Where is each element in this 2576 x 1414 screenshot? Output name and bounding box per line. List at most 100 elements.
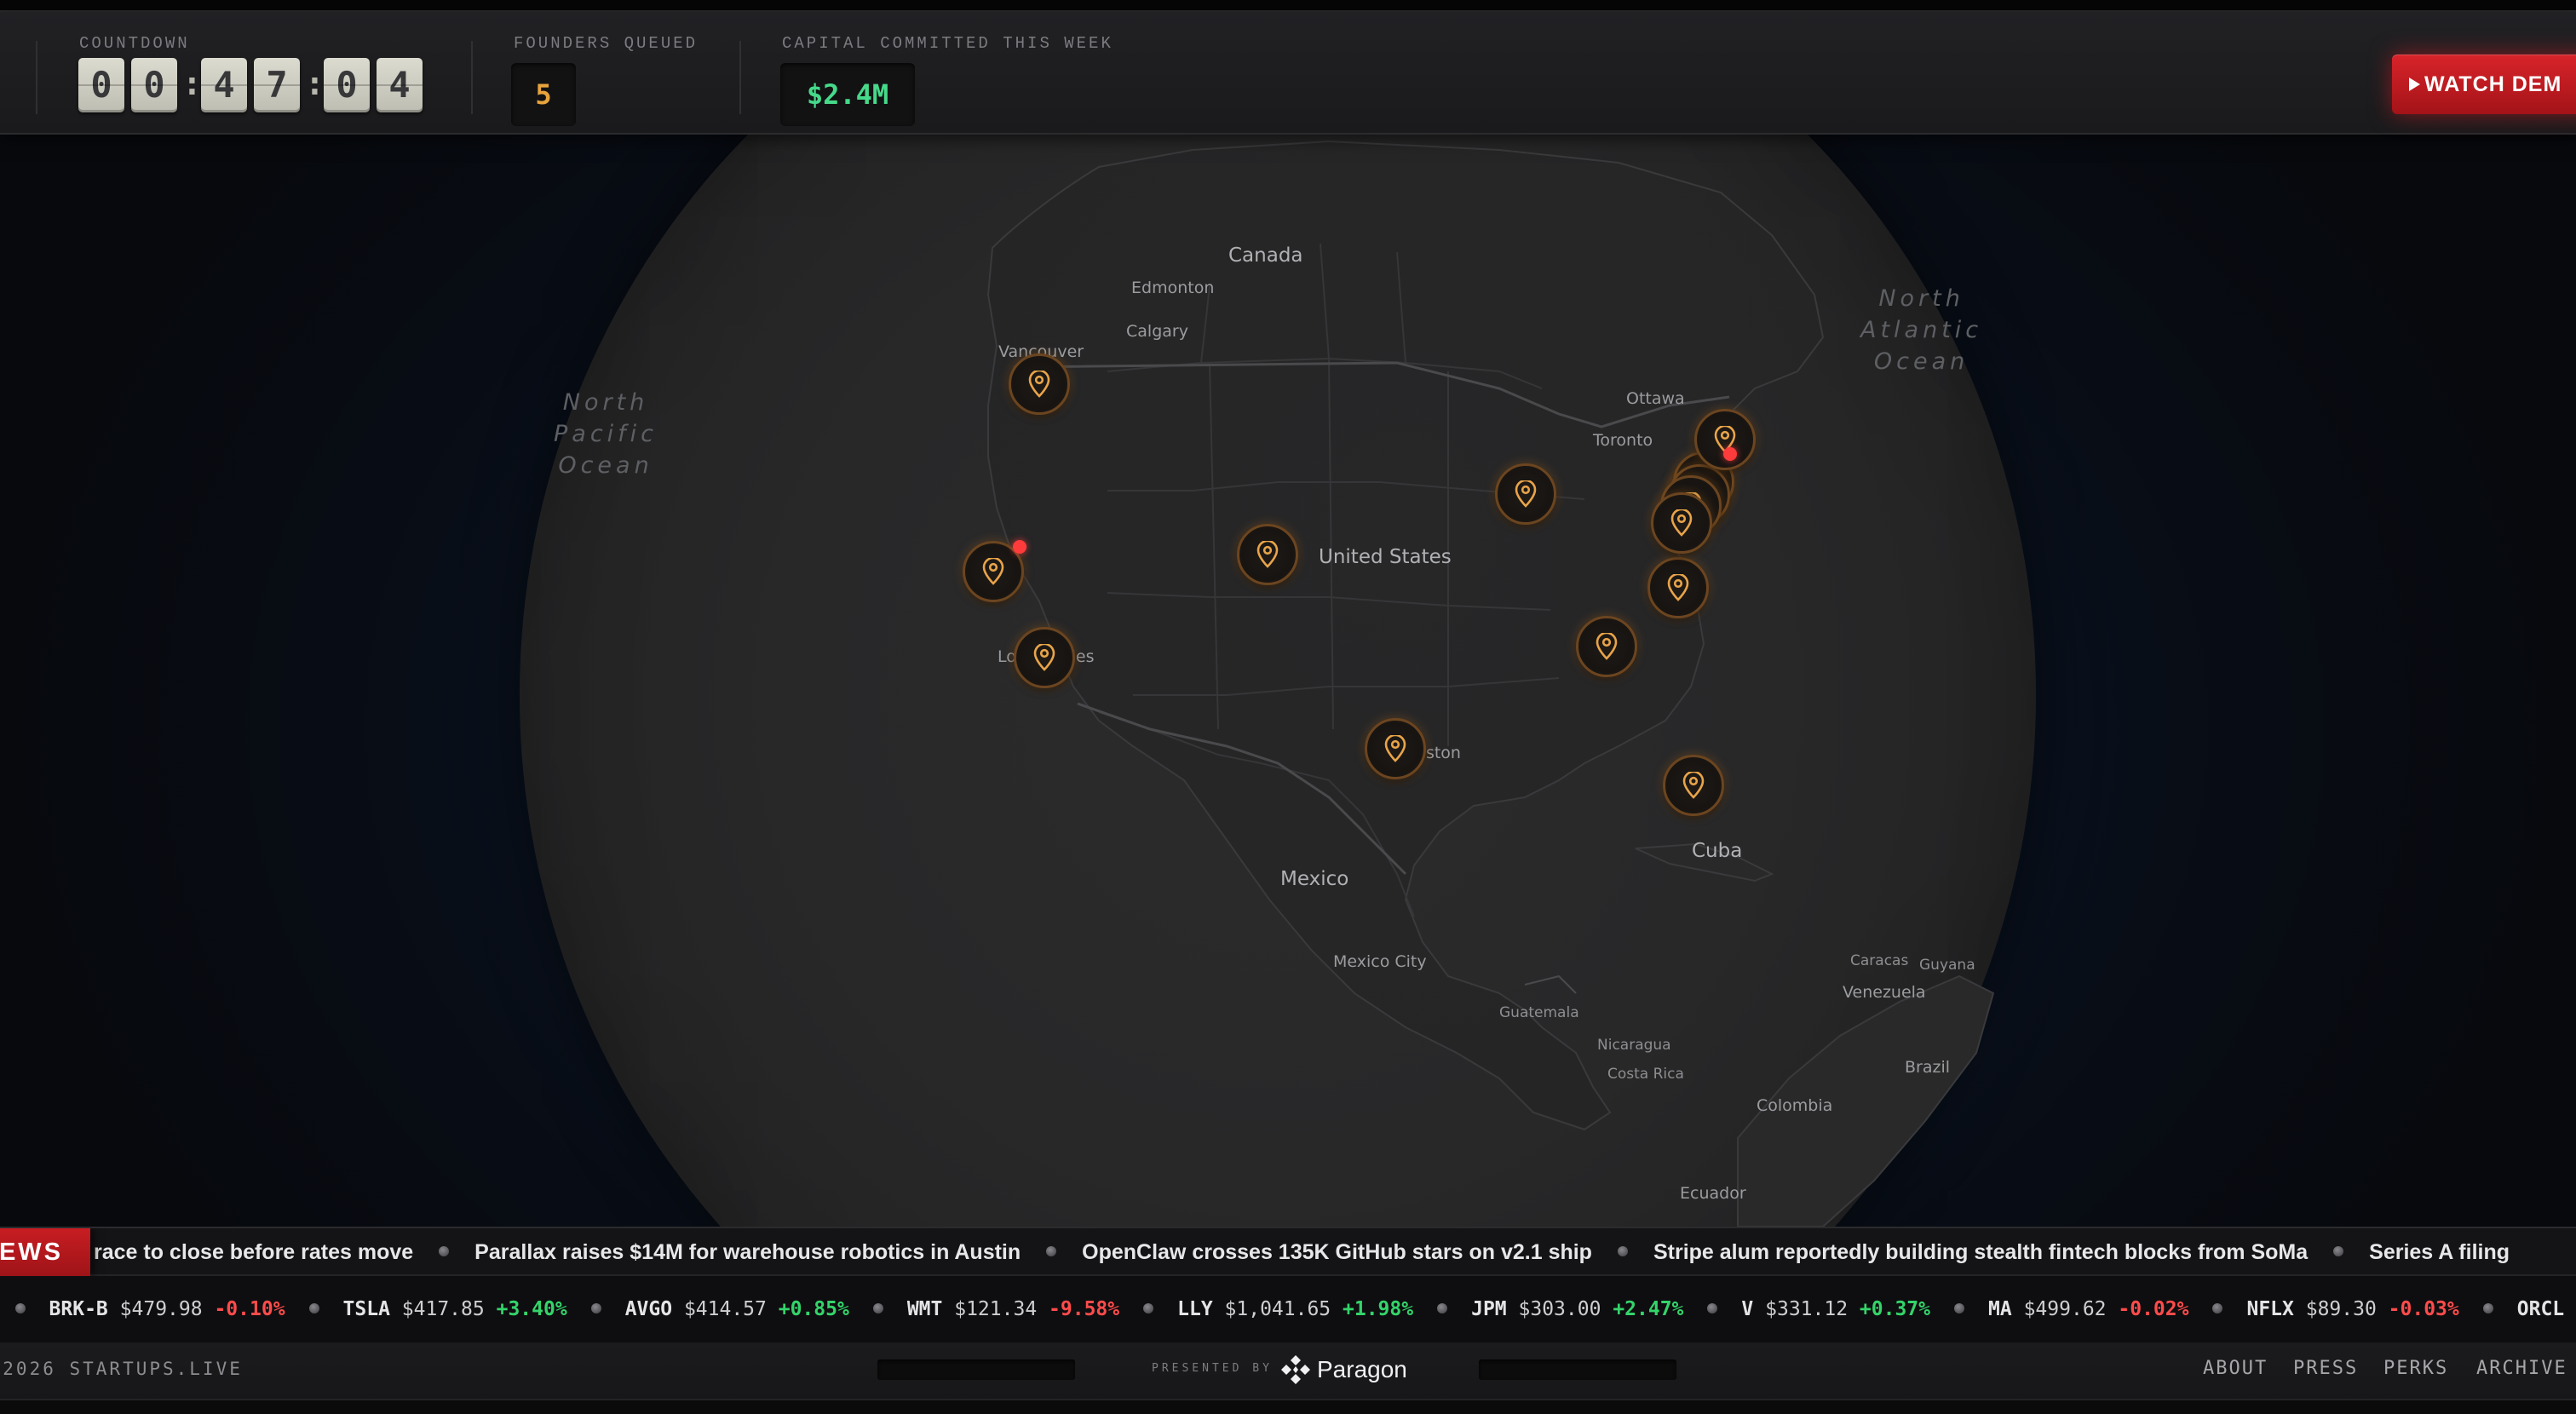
founders-queued-label: FOUNDERS QUEUED xyxy=(514,34,699,53)
footer-link-about[interactable]: ABOUT xyxy=(2203,1342,2268,1395)
bullet-icon xyxy=(1954,1302,1965,1313)
stock-symbol: JPM xyxy=(1471,1298,1507,1320)
countdown-digit: 7 xyxy=(254,58,300,112)
footer-edge xyxy=(0,1399,2576,1414)
news-headline[interactable]: Stripe alum reportedly building stealth … xyxy=(1653,1228,2308,1276)
stock-change: +0.37% xyxy=(1859,1298,1931,1320)
place-label: Caracas xyxy=(1850,952,1909,969)
stock-price: $417.85 xyxy=(401,1298,485,1320)
stock-ticker: 79%BRK-B $479.98 -0.10%TSLA $417.85 +3.4… xyxy=(0,1274,2576,1344)
bullet-icon xyxy=(2482,1302,2493,1313)
place-label: Canada xyxy=(1228,244,1303,267)
bullet-icon xyxy=(14,1302,26,1313)
bullet-icon xyxy=(1046,1246,1057,1257)
divider xyxy=(739,41,741,114)
stock-change: +1.98% xyxy=(1343,1298,1414,1320)
stock-price: $303.00 xyxy=(1518,1298,1601,1320)
stock-quote[interactable]: AVGO $414.57 +0.85% xyxy=(625,1276,849,1342)
map-pin-icon xyxy=(1384,735,1406,762)
border-central-america xyxy=(1524,974,1577,994)
stock-price: $414.57 xyxy=(683,1298,767,1320)
stock-quote[interactable]: JPM $303.00 +2.47% xyxy=(1471,1276,1683,1342)
map-pin[interactable] xyxy=(1237,524,1298,585)
place-label: Colombia xyxy=(1757,1096,1833,1115)
page: COUNTDOWN 0 0 : 4 7 : 0 4 FOUNDERS QUEUE… xyxy=(0,0,2576,1414)
stock-change: +2.47% xyxy=(1613,1298,1684,1320)
divider xyxy=(36,41,37,114)
map-view[interactable]: North Pacific Ocean North Atlantic Ocean… xyxy=(0,133,2576,1227)
stock-change: +3.40% xyxy=(496,1298,567,1320)
footer-link-perks[interactable]: PERKS xyxy=(2383,1342,2448,1395)
news-headline[interactable]: OpenClaw crosses 135K GitHub stars on v2… xyxy=(1082,1228,1592,1276)
stock-quote[interactable]: WMT $121.34 -9.58% xyxy=(907,1276,1119,1342)
map-pin[interactable] xyxy=(1014,627,1075,688)
map-pin[interactable] xyxy=(1576,616,1637,677)
divider xyxy=(471,41,473,114)
stock-quote[interactable]: MA $499.62 -0.02% xyxy=(1988,1276,2188,1342)
place-label: Guatemala xyxy=(1499,1004,1579,1021)
bullet-icon xyxy=(590,1302,601,1313)
countdown-digit: 4 xyxy=(377,58,423,112)
countdown-digit: 0 xyxy=(131,58,177,112)
ocean-label-pacific: North Pacific Ocean xyxy=(554,389,658,479)
news-tag: NEWS xyxy=(0,1228,90,1276)
map-pin[interactable] xyxy=(1495,463,1556,525)
stock-quote[interactable]: BRK-B $479.98 -0.10% xyxy=(49,1276,285,1342)
place-label: Venezuela xyxy=(1843,983,1926,1002)
bullet-icon xyxy=(1707,1302,1718,1313)
countdown-label: COUNTDOWN xyxy=(79,34,190,53)
copyright: T 2026 STARTUPS.LIVE xyxy=(0,1359,243,1379)
bullet-icon xyxy=(1143,1302,1154,1313)
place-label: Mexico City xyxy=(1333,952,1427,971)
founders-queued-value: 5 xyxy=(511,63,576,126)
stock-symbol: LLY xyxy=(1177,1298,1213,1320)
bullet-icon xyxy=(2333,1246,2344,1257)
news-track: race to close before rates move Parallax … xyxy=(94,1228,2510,1276)
stock-quote[interactable]: ORCL $189.77 +4. xyxy=(2517,1276,2576,1342)
map-pin-icon xyxy=(1682,772,1705,799)
map-pin[interactable] xyxy=(1663,755,1724,816)
countdown-digit: 0 xyxy=(324,58,370,112)
map-pin[interactable] xyxy=(1647,557,1709,618)
stock-symbol: V xyxy=(1741,1298,1754,1320)
stats-bar: COUNTDOWN 0 0 : 4 7 : 0 4 FOUNDERS QUEUE… xyxy=(0,12,2576,135)
stock-symbol: ORCL xyxy=(2516,1298,2565,1320)
countdown-digit: 0 xyxy=(78,58,124,112)
capital-committed-label: CAPITAL COMMITTED THIS WEEK xyxy=(782,34,1113,53)
stock-symbol: TSLA xyxy=(342,1298,390,1320)
map-pin[interactable] xyxy=(1365,718,1426,779)
alert-dot xyxy=(1723,447,1737,461)
stock-quote[interactable]: NFLX $89.30 -0.03% xyxy=(2246,1276,2458,1342)
news-headline[interactable]: race to close before rates move xyxy=(94,1228,413,1276)
news-headline[interactable]: Series A filing xyxy=(2369,1228,2510,1276)
map-pin[interactable] xyxy=(1694,409,1756,470)
stock-symbol: NFLX xyxy=(2246,1298,2294,1320)
stock-symbol: WMT xyxy=(906,1298,943,1320)
map-pin-icon xyxy=(1596,633,1618,660)
watch-demo-button[interactable]: WATCH DEM xyxy=(2392,55,2576,114)
stock-price: $1,041.65 xyxy=(1224,1298,1331,1320)
stock-change: -0.03% xyxy=(2388,1298,2459,1320)
map-pin[interactable] xyxy=(1009,354,1070,415)
news-headline[interactable]: Parallax raises $14M for warehouse robot… xyxy=(474,1228,1021,1276)
map-pin[interactable] xyxy=(1651,492,1712,554)
stock-quote[interactable]: TSLA $417.85 +3.40% xyxy=(343,1276,567,1342)
footer-link-press[interactable]: PRESS xyxy=(2293,1342,2358,1395)
capital-committed-value: $2.4M xyxy=(780,63,915,126)
play-icon xyxy=(2409,78,2420,91)
stock-price: $89.30 xyxy=(2305,1298,2377,1320)
stock-quote[interactable]: V $331.12 +0.37% xyxy=(1741,1276,1930,1342)
place-label: Nicaragua xyxy=(1597,1037,1671,1054)
stock-symbol: BRK-B xyxy=(49,1298,108,1320)
place-label: Mexico xyxy=(1280,868,1349,890)
footer-slot xyxy=(1479,1359,1676,1380)
stock-change: -0.10% xyxy=(214,1298,285,1320)
place-label: Guyana xyxy=(1919,957,1975,974)
paragon-logo-icon xyxy=(1281,1355,1310,1384)
bullet-icon xyxy=(2212,1302,2223,1313)
place-label: Costa Rica xyxy=(1607,1066,1684,1083)
countdown-digit: 4 xyxy=(201,58,247,112)
footer: T 2026 STARTUPS.LIVE PRESENTED BY Parago… xyxy=(0,1342,2576,1414)
footer-link-archive[interactable]: ARCHIVE xyxy=(2476,1342,2567,1395)
stock-quote[interactable]: LLY $1,041.65 +1.98% xyxy=(1177,1276,1413,1342)
